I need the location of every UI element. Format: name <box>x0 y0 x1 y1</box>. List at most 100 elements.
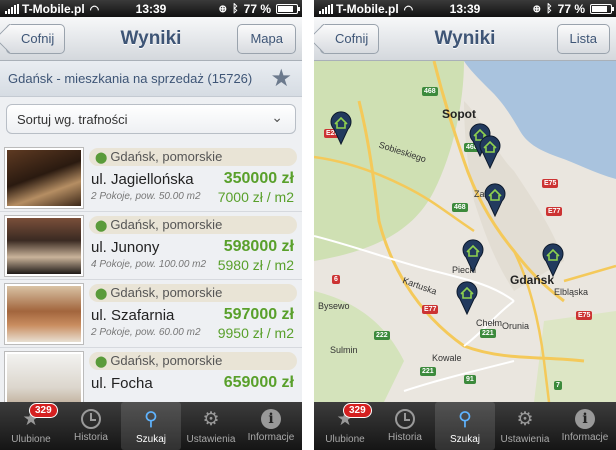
listing-price: 598000 zł <box>223 238 294 255</box>
tab-settings[interactable]: ⚙ Ustawienia <box>495 402 555 450</box>
tab-search[interactable]: ⚲ Szukaj <box>435 402 495 450</box>
battery-percent: 77 % <box>243 2 271 16</box>
listing-details: 2 Pokoje, pow. 50.00 m2 <box>91 191 201 202</box>
road-number: 468 <box>452 203 468 212</box>
sort-select[interactable]: Sortuj wg. trafności ⌄ <box>6 104 296 134</box>
listing-location: ⬤ Gdańsk, pomorskie <box>89 284 297 302</box>
tab-info[interactable]: i Informacje <box>241 402 301 450</box>
search-summary: Gdańsk - mieszkania na sprzedaż (15726) <box>8 71 253 86</box>
gear-icon: ⚙ <box>202 409 220 430</box>
sort-value: Sortuj wg. trafności <box>17 112 128 127</box>
map-label-bysewo: Bysewo <box>318 301 350 311</box>
listings: ⬤ Gdańsk, pomorskie ul. Jagiellońska 3500… <box>0 144 302 404</box>
location-text: Gdańsk, pomorskie <box>110 353 223 368</box>
map-pin-icon[interactable] <box>484 183 506 217</box>
map-pin-icon[interactable] <box>462 239 484 273</box>
tab-label: Informacje <box>561 432 609 443</box>
list-button[interactable]: Lista <box>556 24 610 54</box>
map-pin-icon[interactable] <box>330 111 352 145</box>
map-pin-icon[interactable] <box>542 243 564 277</box>
listing-price-per-m2: 7000 zł / m2 <box>217 189 294 205</box>
road-number: 91 <box>464 375 476 384</box>
listing-details: 2 Pokoje, pow. 60.00 m2 <box>91 327 201 338</box>
tab-label: Historia <box>388 432 422 443</box>
listing-price: 350000 zł <box>223 170 294 187</box>
battery-icon <box>590 4 614 14</box>
location-pin-icon: ⬤ <box>95 152 108 164</box>
location-text: Gdańsk, pomorskie <box>110 285 223 300</box>
road-number: E77 <box>422 305 439 314</box>
location-pin-icon: ⬤ <box>95 288 108 300</box>
tab-label: Ulubione <box>11 434 51 445</box>
listing-location: ⬤ Gdańsk, pomorskie <box>89 148 297 166</box>
listing-street: ul. Junony <box>91 239 160 256</box>
bluetooth-icon: ᛒ <box>232 3 239 15</box>
list-item[interactable]: ⬤ Gdańsk, pomorskie ul. Junony 598000 zł … <box>0 212 302 280</box>
favorites-badge: 329 <box>29 403 58 418</box>
status-bar: T-Mobile.pl ◠ 13:39 ⊕ ᛒ 77 % <box>0 0 302 17</box>
tab-label: Ustawienia <box>186 434 236 445</box>
tab-label: Szukaj <box>449 434 480 445</box>
favorites-badge: 329 <box>343 403 372 418</box>
road-number: 221 <box>420 367 436 376</box>
road-number: E77 <box>546 207 563 216</box>
list-item[interactable]: ⬤ Gdańsk, pomorskie ul. Szafarnia 597000 … <box>0 280 302 348</box>
listing-photo <box>5 284 83 344</box>
road-number: E75 <box>542 179 559 188</box>
list-item[interactable]: ⬤ Gdańsk, pomorskie ul. Jagiellońska 3500… <box>0 144 302 212</box>
search-header: Gdańsk - mieszkania na sprzedaż (15726) … <box>0 61 302 97</box>
listing-price: 659000 zł <box>223 374 294 391</box>
rotation-lock-icon: ⊕ <box>218 3 228 15</box>
chevron-down-icon: ⌄ <box>271 109 283 125</box>
listing-photo <box>5 148 83 208</box>
map-label-orunia: Orunia <box>502 321 530 331</box>
location-text: Gdańsk, pomorskie <box>110 149 223 164</box>
tab-search[interactable]: ⚲ Szukaj <box>121 402 181 450</box>
info-icon: i <box>261 409 281 429</box>
battery-percent: 77 % <box>557 2 585 16</box>
listing-street: ul. Focha <box>91 375 153 392</box>
tab-settings[interactable]: ⚙ Ustawienia <box>181 402 241 450</box>
listing-photo <box>5 352 83 404</box>
list-item[interactable]: ⬤ Gdańsk, pomorskie ul. Focha 659000 zł <box>0 348 302 404</box>
listing-street: ul. Jagiellońska <box>91 171 194 188</box>
location-pin-icon: ⬤ <box>95 356 108 368</box>
screenshot: T-Mobile.pl ◠ 13:39 ⊕ ᛒ 77 % Cofnij Wyni… <box>0 0 616 450</box>
map-label-elblaska: Elbląska <box>554 287 589 297</box>
tab-bar: ★ 329 Ulubione Historia ⚲ Szukaj ⚙ Ustaw… <box>314 402 616 450</box>
tab-favorites[interactable]: ★ 329 Ulubione <box>315 402 375 450</box>
listing-street: ul. Szafarnia <box>91 307 175 324</box>
listing-price: 597000 zł <box>223 306 294 323</box>
map-label-chelm: Chełm <box>476 318 503 328</box>
magnifier-icon: ⚲ <box>144 409 158 430</box>
nav-bar: Cofnij Wyniki Lista <box>314 17 616 61</box>
status-right: ⊕ ᛒ 77 % <box>532 2 614 16</box>
rotation-lock-icon: ⊕ <box>532 3 542 15</box>
clock-icon <box>81 409 101 429</box>
road-number: 222 <box>374 331 390 340</box>
listing-details: 4 Pokoje, pow. 100.00 m2 <box>91 259 207 270</box>
tab-bar: ★ 329 Ulubione Historia ⚲ Szukaj ⚙ Ustaw… <box>0 402 302 450</box>
magnifier-icon: ⚲ <box>458 409 472 430</box>
map-pin-icon[interactable] <box>456 281 478 315</box>
tab-info[interactable]: i Informacje <box>555 402 615 450</box>
tab-favorites[interactable]: ★ 329 Ulubione <box>1 402 61 450</box>
road-number: 468 <box>422 87 438 96</box>
favorite-star-icon[interactable]: ★ <box>270 66 292 92</box>
battery-icon <box>276 4 300 14</box>
map-label-kowale: Kowale <box>432 353 462 363</box>
gear-icon: ⚙ <box>516 409 534 430</box>
map-button[interactable]: Mapa <box>237 24 296 54</box>
location-pin-icon: ⬤ <box>95 220 108 232</box>
clock-icon <box>395 409 415 429</box>
tab-history[interactable]: Historia <box>61 402 121 450</box>
listing-photo <box>5 216 83 276</box>
map-view[interactable]: Sopot Gdańsk Bysewo Chełm Orunia Kowale … <box>314 61 616 402</box>
tab-label: Historia <box>74 432 108 443</box>
map-pin-icon[interactable] <box>479 135 501 169</box>
nav-bar: Cofnij Wyniki Mapa <box>0 17 302 61</box>
road-number: 7 <box>554 381 562 390</box>
status-right: ⊕ ᛒ 77 % <box>218 2 300 16</box>
map-screen: T-Mobile.pl ◠ 13:39 ⊕ ᛒ 77 % Cofnij Wyni… <box>314 0 616 450</box>
tab-history[interactable]: Historia <box>375 402 435 450</box>
